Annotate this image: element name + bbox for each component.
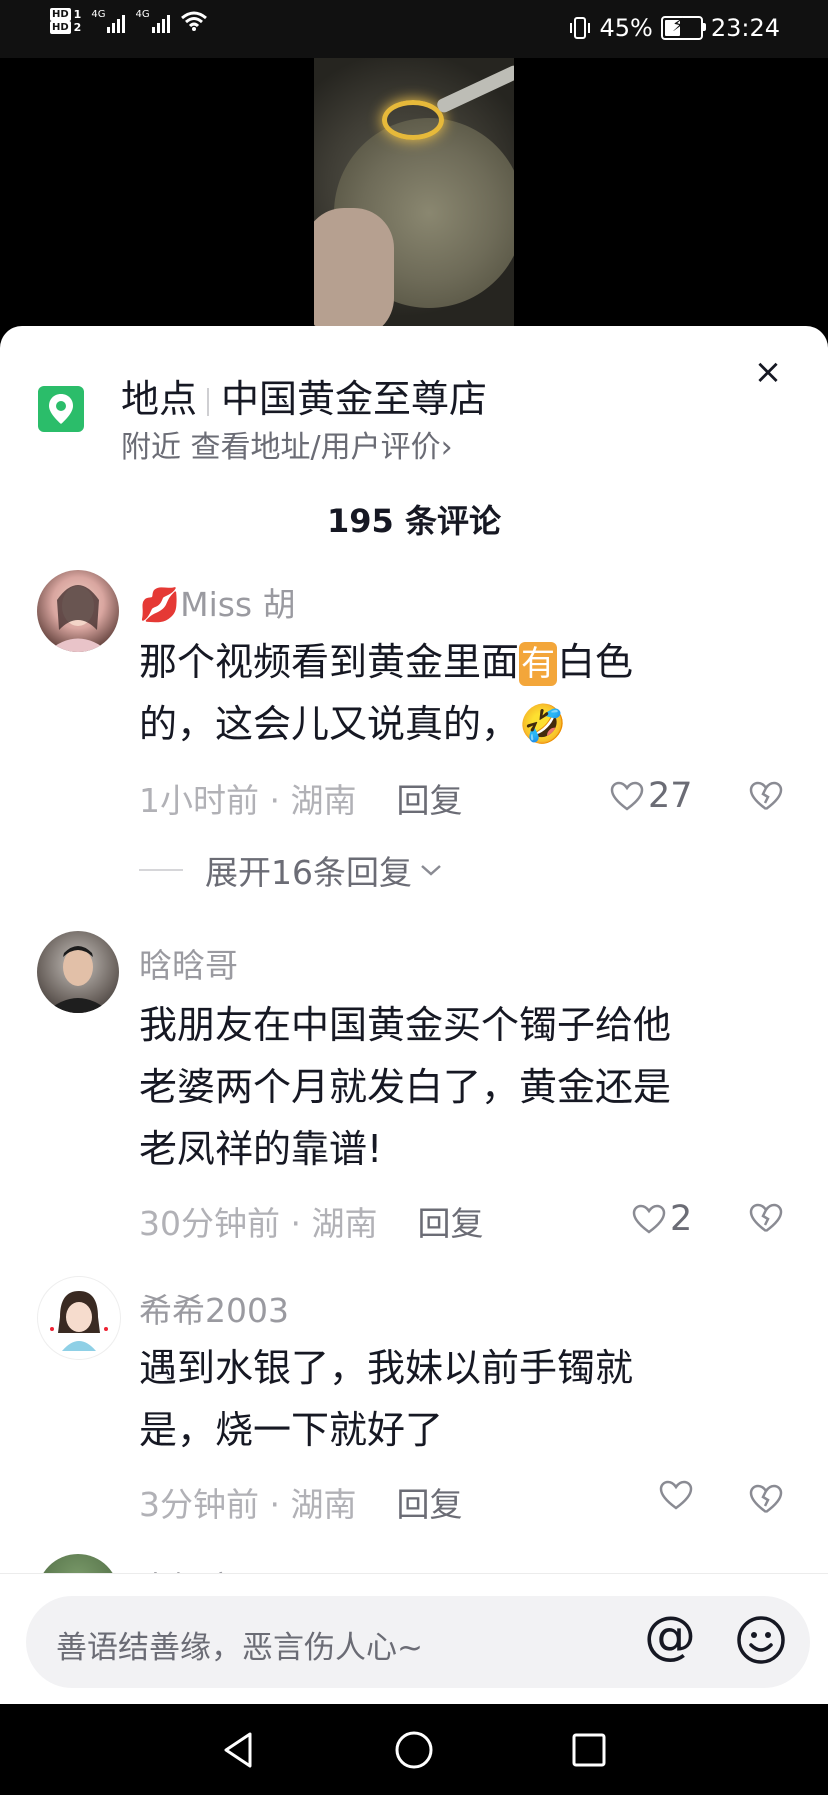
reply-button[interactable]: 回复 bbox=[397, 1485, 463, 1524]
recents-square-icon[interactable] bbox=[571, 1730, 607, 1770]
video-player[interactable] bbox=[0, 58, 828, 338]
reply-button[interactable]: 回复 bbox=[397, 781, 463, 820]
location-subtitle-link[interactable]: 附近 查看地址/用户评价› bbox=[121, 422, 453, 466]
expand-replies-button[interactable]: 展开16条回复 bbox=[139, 846, 444, 894]
like-button[interactable] bbox=[659, 1480, 697, 1510]
comment-text: 那个视频看到黄金里面有白色 的，这会儿又说真的，🤣 bbox=[139, 640, 634, 746]
comment-text: 我朋友在中国黄金买个镯子给他 老婆两个月就发白了，黄金还是 老凤祥的靠谱! bbox=[139, 1003, 672, 1171]
dislike-broken-heart-icon[interactable] bbox=[749, 1203, 783, 1233]
you-emoji-badge: 有 bbox=[519, 642, 558, 686]
lips-emoji: 💋 bbox=[139, 585, 181, 624]
battery-icon: ⚡ bbox=[660, 15, 706, 40]
status-bar: HD 1 HD 2 4G 4G 45% ⚡ 23:24 bbox=[0, 0, 828, 58]
like-button[interactable]: 2 bbox=[632, 1199, 692, 1239]
clock: 23:24 bbox=[710, 14, 780, 42]
system-nav-bar bbox=[0, 1704, 828, 1795]
avatar[interactable] bbox=[37, 931, 119, 1013]
back-triangle-icon[interactable] bbox=[220, 1730, 256, 1770]
like-count: 27 bbox=[648, 776, 693, 816]
battery-percent: 45% bbox=[599, 14, 653, 42]
comment-username[interactable]: 晗晗哥 bbox=[139, 939, 238, 987]
avatar[interactable] bbox=[37, 1276, 121, 1360]
map-pin-icon[interactable] bbox=[38, 386, 84, 432]
heart-icon bbox=[610, 781, 644, 811]
emoji-smile-icon[interactable] bbox=[736, 1615, 786, 1665]
home-circle-icon[interactable] bbox=[394, 1730, 434, 1770]
comment-count: 195 条评论 bbox=[327, 502, 501, 540]
location-label: 地点 bbox=[121, 377, 198, 421]
close-button[interactable]: × bbox=[752, 352, 784, 392]
wifi-icon bbox=[180, 11, 207, 31]
hd-indicator: HD 1 HD 2 bbox=[50, 8, 82, 34]
comment-sheet: 地点 中国黄金至尊店 附近 查看地址/用户评价› × 195 条评论 💋Miss … bbox=[0, 326, 828, 1704]
comment-meta: 3分钟前 · 湖南 回复 bbox=[139, 1485, 463, 1524]
laughing-crying-emoji: 🤣 bbox=[519, 702, 567, 746]
like-count: 2 bbox=[670, 1199, 693, 1239]
location-title[interactable]: 地点 中国黄金至尊店 bbox=[121, 368, 487, 423]
signal-icon-1: 4G bbox=[91, 9, 126, 33]
comment-username[interactable]: 💋Miss 胡 bbox=[139, 578, 296, 626]
location-name: 中国黄金至尊店 bbox=[221, 377, 488, 421]
dislike-broken-heart-icon[interactable] bbox=[749, 1484, 783, 1514]
heart-icon bbox=[659, 1480, 693, 1510]
video-thumbnail[interactable] bbox=[314, 58, 514, 338]
comment-text: 遇到水银了，我妹以前手镯就 是，烧一下就好了 bbox=[139, 1346, 634, 1452]
avatar[interactable] bbox=[37, 570, 119, 652]
comment-input-placeholder: 善语结善缘，恶言伤人心~ bbox=[56, 1630, 423, 1666]
dislike-broken-heart-icon[interactable] bbox=[749, 781, 783, 811]
like-button[interactable]: 27 bbox=[610, 776, 693, 816]
comment-meta: 1小时前 · 湖南 回复 bbox=[139, 781, 463, 820]
chevron-down-icon bbox=[421, 865, 441, 876]
signal-icon-2: 4G bbox=[135, 9, 170, 33]
reply-button[interactable]: 回复 bbox=[418, 1204, 484, 1243]
vibrate-icon bbox=[570, 17, 591, 39]
comment-input-bar: 善语结善缘，恶言伤人心~ @ bbox=[0, 1573, 828, 1705]
mention-button[interactable]: @ bbox=[644, 1606, 696, 1666]
comment-input[interactable]: 善语结善缘，恶言伤人心~ @ bbox=[26, 1596, 810, 1688]
heart-icon bbox=[632, 1204, 666, 1234]
comment-username[interactable]: 希希2003 bbox=[139, 1284, 289, 1332]
comment-meta: 30分钟前 · 湖南 回复 bbox=[139, 1204, 484, 1243]
